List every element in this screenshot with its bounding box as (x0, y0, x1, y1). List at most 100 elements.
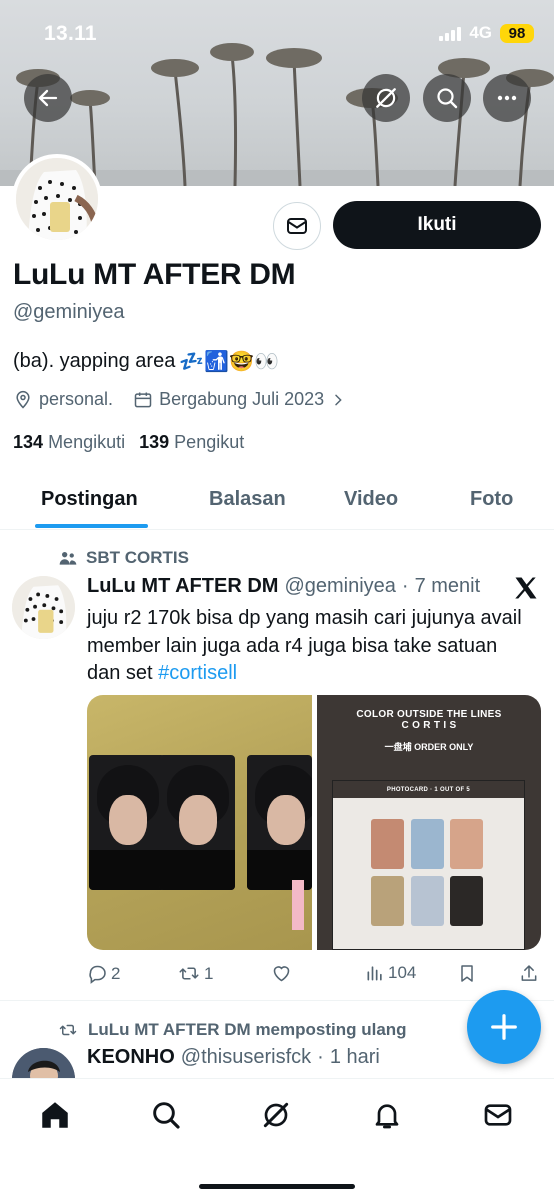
tab-posts[interactable]: Postingan (41, 470, 138, 528)
grok-icon (376, 88, 396, 108)
post-actions: 2 1 104 (87, 963, 541, 987)
poster-photocard-panel: PHOTOCARD · 1 OUT OF 5 (332, 780, 525, 950)
repost-label[interactable]: LuLu MT AFTER DM memposting ulang (58, 1020, 407, 1040)
tab-photos[interactable]: Foto (470, 470, 513, 528)
follow-button[interactable]: Ikuti (333, 201, 541, 249)
photocard-thumb (411, 819, 444, 869)
search-button[interactable] (423, 74, 471, 122)
bio-text: (ba). yapping area (13, 349, 176, 372)
profile-tabs: Postingan Balasan Video Foto (0, 470, 554, 530)
photocard-thumb (371, 876, 404, 926)
order-poster-image[interactable]: COLOR OUTSIDE THE LINES C O R T I S 一盘埔 … (317, 695, 541, 950)
profile-handle: @geminiyea (13, 301, 125, 323)
post-time[interactable]: 7 menit (415, 575, 481, 598)
poster-card-header: PHOTOCARD · 1 OUT OF 5 (333, 781, 524, 798)
more-horizontal-icon (497, 95, 517, 101)
more-button[interactable] (483, 74, 531, 122)
following-count: 134 (13, 432, 44, 452)
views-count: 104 (388, 963, 417, 982)
bell-icon (375, 1104, 399, 1129)
message-button[interactable] (273, 202, 321, 250)
location-item: personal. (13, 389, 113, 410)
calendar-icon (134, 392, 152, 407)
home-icon (42, 1102, 68, 1128)
photocards-image[interactable] (87, 695, 312, 950)
reply-icon (89, 965, 106, 984)
nav-notifications[interactable] (367, 1095, 407, 1135)
active-tab-indicator (35, 524, 148, 528)
joined-text: Bergabung Juli 2023 (159, 389, 325, 409)
post2-author-handle: @thisuserisfck (180, 1046, 312, 1068)
share-icon (521, 965, 537, 981)
post-header: LuLu MT AFTER DM @geminiyea · 7 menit (87, 575, 480, 598)
repost-action[interactable]: 1 (177, 963, 213, 984)
bookmark-action[interactable] (457, 963, 477, 984)
follow-stats: 134 Mengikuti 139 Pengikut (13, 432, 244, 453)
search-icon (437, 88, 458, 109)
compose-button[interactable] (467, 990, 541, 1064)
reply-action[interactable]: 2 (87, 963, 120, 984)
nav-home[interactable] (35, 1095, 75, 1135)
repost-label-text: LuLu MT AFTER DM memposting ulang (88, 1020, 407, 1039)
nav-search[interactable] (146, 1095, 186, 1135)
poster-title-line2: C O R T I S (401, 720, 457, 731)
following-label: Mengikuti (48, 432, 126, 452)
post-hashtag[interactable]: #cortisell (158, 662, 237, 684)
poster-title: COLOR OUTSIDE THE LINES C O R T I S (317, 709, 541, 731)
post2-author-name[interactable]: KEONHO (87, 1046, 175, 1069)
like-action[interactable] (271, 963, 295, 984)
post-author-avatar[interactable] (12, 576, 75, 639)
post2-header: KEONHO @thisuserisfck · 1 hari (87, 1046, 380, 1069)
community-label[interactable]: SBT CORTIS (58, 548, 189, 568)
grok-icon (263, 1102, 289, 1128)
post-author-name[interactable]: LuLu MT AFTER DM (87, 575, 278, 598)
avatar-image (12, 576, 75, 639)
location-text: personal. (39, 389, 114, 409)
views-icon (367, 966, 382, 981)
location-pin-icon (16, 390, 30, 409)
tab-video[interactable]: Video (344, 470, 398, 528)
share-action[interactable] (519, 963, 539, 984)
profile-display-name: LuLu MT AFTER DM (13, 258, 296, 291)
post2-time[interactable]: 1 hari (330, 1046, 380, 1069)
photocard-thumb (371, 819, 404, 869)
post-body: juju r2 170k bisa dp yang masih cari juj… (87, 605, 527, 688)
back-button[interactable] (24, 74, 72, 122)
heart-icon (273, 966, 290, 982)
post-divider (0, 1000, 554, 1001)
avatar-image (16, 158, 98, 240)
following-stat[interactable]: 134 Mengikuti (13, 432, 125, 453)
signal-icon (439, 25, 462, 41)
repost-count: 1 (204, 963, 214, 983)
post-media[interactable]: COLOR OUTSIDE THE LINES C O R T I S 一盘埔 … (87, 695, 541, 950)
post-text: juju r2 170k bisa dp yang masih cari juj… (87, 607, 522, 684)
poster-order-text: 一盘埔 ORDER ONLY (384, 742, 474, 752)
photocard-thumb (450, 876, 483, 926)
post-author-handle: @geminiyea (284, 575, 396, 597)
nav-messages[interactable] (478, 1095, 518, 1135)
followers-count: 139 (139, 432, 170, 452)
tab-replies[interactable]: Balasan (209, 470, 286, 528)
bookmark-icon (461, 965, 473, 982)
chevron-right-icon (335, 394, 342, 405)
grok-button[interactable] (362, 74, 410, 122)
followers-label: Pengikut (174, 432, 245, 452)
repost-icon (59, 1024, 77, 1036)
x-logo-icon[interactable] (512, 574, 540, 602)
followers-stat[interactable]: 139 Pengikut (139, 432, 244, 453)
plus-icon (491, 1014, 517, 1040)
profile-meta: personal. Bergabung Juli 2023 (13, 389, 366, 410)
envelope-icon (484, 1104, 512, 1126)
status-time: 13.11 (44, 22, 97, 45)
photocard-thumb (411, 876, 444, 926)
post2-separator: · (317, 1046, 324, 1068)
profile-avatar[interactable] (12, 154, 102, 244)
nav-grok[interactable] (256, 1095, 296, 1135)
repost-icon (179, 967, 199, 980)
joined-item[interactable]: Bergabung Juli 2023 (133, 389, 346, 410)
post-separator: · (401, 575, 409, 597)
home-indicator (199, 1184, 355, 1189)
community-name: SBT CORTIS (86, 548, 189, 567)
views-action[interactable]: 104 (365, 963, 416, 983)
arrow-left-icon (38, 89, 58, 107)
